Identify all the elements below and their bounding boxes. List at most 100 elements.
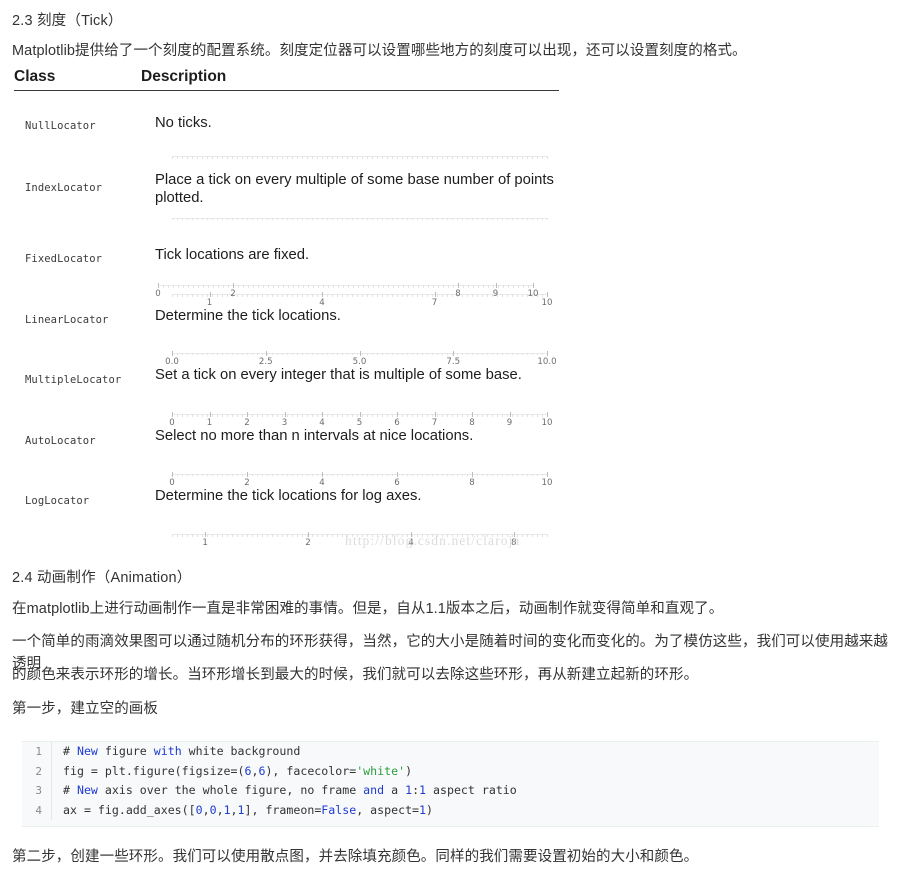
axis-minor-tick bbox=[197, 534, 198, 537]
article-page: 2.3 刻度（Tick） Matplotlib提供给了一个刻度的配置系统。刻度定… bbox=[0, 0, 904, 871]
locator-table-header: Class Description bbox=[14, 68, 559, 91]
table-row: NullLocator No ticks. bbox=[14, 91, 559, 159]
locator-description: Select no more than n intervals at nice … bbox=[155, 427, 474, 444]
axis-minor-tick bbox=[268, 285, 269, 288]
table-row: LogLocator Determine the tick locations … bbox=[14, 454, 559, 548]
axis-minor-tick bbox=[423, 285, 424, 288]
axis-minor-tick bbox=[208, 285, 209, 288]
axis-minor-tick bbox=[217, 534, 218, 537]
axis-minor-tick bbox=[238, 285, 239, 288]
tick-intro-paragraph: Matplotlib提供给了一个刻度的配置系统。刻度定位器可以设置哪些地方的刻度… bbox=[12, 43, 747, 59]
axis-minor-tick bbox=[318, 285, 319, 288]
code-line-source[interactable]: ax = fig.add_axes([0,0,1,1], frameon=Fal… bbox=[52, 801, 879, 821]
table-row: MultipleLocator Set a tick on every inte… bbox=[14, 333, 559, 428]
axis-minor-tick bbox=[443, 285, 444, 288]
axis-minor-tick bbox=[292, 534, 293, 537]
watermark-text: http://blog.csdn.net/claroja bbox=[345, 533, 521, 548]
axis-minor-tick bbox=[322, 534, 323, 537]
axis-minor-tick bbox=[203, 285, 204, 288]
axis-minor-tick bbox=[212, 534, 213, 537]
axis-minor-tick bbox=[272, 534, 273, 537]
locator-description: Tick locations are fixed. bbox=[155, 247, 310, 263]
axis-tick-label: 0 bbox=[155, 289, 161, 299]
locator-description: No ticks. bbox=[155, 115, 212, 131]
locator-class-name: NullLocator bbox=[25, 120, 96, 132]
axis-minor-tick bbox=[278, 285, 279, 288]
axis-minor-tick bbox=[373, 285, 374, 288]
axis-minor-tick bbox=[173, 285, 174, 288]
axis-minor-tick bbox=[448, 285, 449, 288]
axis-minor-tick bbox=[433, 285, 434, 288]
axis-minor-tick bbox=[498, 285, 499, 288]
axis-minor-tick bbox=[183, 285, 184, 288]
axis-minor-tick bbox=[273, 285, 274, 288]
code-line-source[interactable]: fig = plt.figure(figsize=(6,6), facecolo… bbox=[52, 762, 879, 782]
axis-minor-tick bbox=[237, 534, 238, 537]
axis-minor-tick bbox=[207, 534, 208, 537]
axis-minor-tick bbox=[298, 285, 299, 288]
axis-minor-tick bbox=[338, 285, 339, 288]
code-line-source[interactable]: # New figure with white background bbox=[52, 742, 879, 762]
axis-spine bbox=[158, 285, 533, 286]
axis-minor-tick bbox=[337, 534, 338, 537]
axis-minor-tick bbox=[547, 534, 548, 537]
axis-minor-tick bbox=[393, 285, 394, 288]
axis-tick-label: 1 bbox=[202, 538, 208, 548]
code-line-number: 4 bbox=[22, 800, 52, 820]
code-line-number: 3 bbox=[22, 781, 52, 801]
axis-minor-tick bbox=[542, 534, 543, 537]
code-line: 3 # New axis over the whole figure, no fr… bbox=[22, 781, 879, 801]
axis-minor-tick bbox=[368, 285, 369, 288]
axis-minor-tick bbox=[232, 534, 233, 537]
axis-minor-tick bbox=[403, 285, 404, 288]
axis-minor-tick bbox=[363, 285, 364, 288]
locator-class-name: LinearLocator bbox=[25, 313, 109, 326]
axis-tick-label: 2 bbox=[230, 289, 236, 299]
axis-minor-tick bbox=[513, 285, 514, 288]
axis-minor-tick bbox=[187, 534, 188, 537]
axis-minor-tick bbox=[438, 285, 439, 288]
axis-minor-tick bbox=[248, 285, 249, 288]
axis-minor-tick bbox=[383, 285, 384, 288]
axis-minor-tick bbox=[358, 285, 359, 288]
axis-minor-tick bbox=[288, 285, 289, 288]
table-row: IndexLocator Place a tick on every multi… bbox=[14, 152, 559, 220]
axis-minor-tick bbox=[222, 534, 223, 537]
axis-minor-tick bbox=[522, 534, 523, 537]
code-block[interactable]: 1 # New figure with white background 2 fig … bbox=[22, 741, 879, 827]
axis-minor-tick bbox=[297, 534, 298, 537]
axis-major-tick bbox=[158, 283, 159, 288]
locator-description: Determine the tick locations. bbox=[155, 307, 341, 324]
axis-minor-tick bbox=[277, 534, 278, 537]
step-two-text: 第二步，创建一些环形。我们可以使用散点图，并去除填充颜色。同样的我们需要设置初始… bbox=[12, 849, 699, 865]
axis-minor-tick bbox=[503, 285, 504, 288]
axis-minor-tick bbox=[198, 285, 199, 288]
locator-class-name: MultipleLocator bbox=[25, 374, 122, 386]
axis-minor-tick bbox=[283, 285, 284, 288]
axis-minor-tick bbox=[508, 285, 509, 288]
axis-major-tick bbox=[205, 532, 207, 537]
axis-minor-tick bbox=[227, 534, 228, 537]
axis-minor-tick bbox=[263, 285, 264, 288]
axis-minor-tick bbox=[253, 285, 254, 288]
locator-class-name: LogLocator bbox=[25, 495, 90, 507]
locator-description: Set a tick on every integer that is mult… bbox=[155, 367, 522, 383]
code-line-source[interactable]: # New axis over the whole figure, no fra… bbox=[52, 781, 879, 801]
section-heading-animation: 2.4 动画制作（Animation） bbox=[12, 570, 192, 586]
axis-minor-tick bbox=[323, 285, 324, 288]
axis-minor-tick bbox=[293, 285, 294, 288]
axis-minor-tick bbox=[408, 285, 409, 288]
axis-minor-tick bbox=[302, 534, 303, 537]
axis-minor-tick bbox=[223, 285, 224, 288]
axis-minor-tick bbox=[332, 534, 333, 537]
axis-tick-label: 8 bbox=[455, 289, 461, 299]
step-one-text: 第一步，建立空的画板 bbox=[12, 701, 158, 717]
axis-minor-tick bbox=[313, 285, 314, 288]
axis-minor-tick bbox=[178, 285, 179, 288]
axis-minor-tick bbox=[328, 285, 329, 288]
axis-minor-tick bbox=[163, 285, 164, 288]
axis-major-tick bbox=[533, 283, 534, 288]
axis-minor-tick bbox=[343, 285, 344, 288]
axis-tick-label: 10 bbox=[527, 289, 539, 299]
animation-paragraph-3: 的颜色来表示环形的增长。当环形增长到最大的时候，我们就可以去除这些环形，再从新建… bbox=[12, 667, 699, 683]
